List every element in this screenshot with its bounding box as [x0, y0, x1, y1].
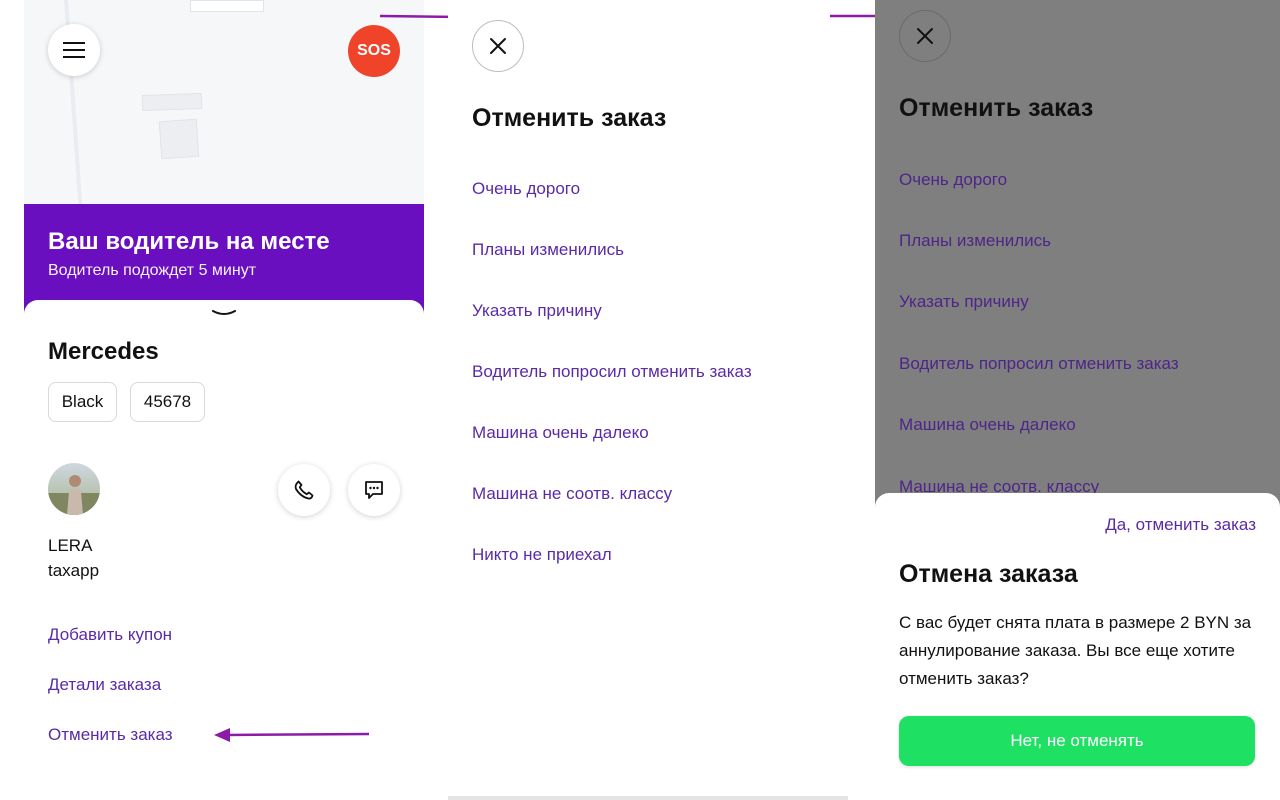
page-title: Отменить заказ	[472, 104, 667, 132]
car-plate-badge: 45678	[130, 382, 205, 422]
cancel-confirm-screen: Отменить заказ Очень дорого Планы измени…	[875, 0, 1280, 800]
cancel-order-link[interactable]: Отменить заказ	[48, 725, 173, 745]
car-color-badge: Black	[48, 382, 117, 422]
arrow-left-icon	[214, 728, 370, 742]
reason-driver-asked[interactable]: Водитель попросил отменить заказ	[472, 362, 752, 382]
driver-photo	[48, 475, 100, 515]
dialog-message: С вас будет снята плата в размере 2 BYN …	[899, 613, 1252, 688]
map-building	[158, 118, 200, 160]
reason-no-show[interactable]: Никто не приехал	[472, 545, 612, 565]
reason-specify: Указать причину	[899, 292, 1029, 311]
order-screen: SOS Ваш водитель на месте Водитель подож…	[24, 0, 424, 800]
reason-plans-changed: Планы изменились	[899, 231, 1052, 250]
reason-car-far: Машина очень далеко	[899, 415, 1076, 434]
driver-app: taxapp	[48, 561, 100, 580]
close-icon	[490, 38, 506, 54]
keep-order-button[interactable]: Нет, не отменять	[899, 716, 1255, 766]
reason-driver-asked: Водитель попросил отменить заказ	[899, 354, 1179, 373]
menu-icon	[63, 42, 85, 58]
close-button[interactable]	[899, 10, 951, 62]
driver-name: LERA	[48, 536, 93, 555]
phone-icon	[294, 480, 314, 500]
driver-status-banner: Ваш водитель на месте Водитель подождет …	[24, 204, 424, 314]
reason-specify[interactable]: Указать причину	[472, 301, 602, 321]
confirm-cancel-button[interactable]: Да, отменить заказ	[1105, 515, 1256, 535]
close-icon	[917, 28, 933, 44]
chevron-down-icon[interactable]	[212, 308, 236, 318]
dialog-title: Отмена заказа	[899, 560, 1078, 588]
avatar	[48, 463, 100, 515]
map-building	[190, 0, 264, 12]
car-name: Mercedes	[48, 338, 159, 365]
banner-subtitle: Водитель подождет 5 минут	[48, 262, 257, 279]
reason-car-far[interactable]: Машина очень далеко	[472, 423, 649, 443]
add-coupon-link[interactable]: Добавить купон	[48, 625, 172, 645]
close-button[interactable]	[472, 20, 524, 72]
cancel-reasons-screen: Отменить заказ Очень дорого Планы измени…	[448, 0, 848, 800]
banner-title: Ваш водитель на месте	[48, 228, 330, 255]
chat-driver-button[interactable]	[348, 464, 400, 516]
map-building	[141, 92, 203, 112]
call-driver-button[interactable]	[278, 464, 330, 516]
menu-button[interactable]	[48, 24, 100, 76]
page-title: Отменить заказ	[899, 94, 1094, 122]
reason-too-expensive: Очень дорого	[899, 170, 1008, 189]
sos-button[interactable]: SOS	[348, 25, 400, 77]
divider	[448, 796, 848, 800]
cancel-dialog: Да, отменить заказ Отмена заказа С вас б…	[875, 493, 1280, 800]
chat-icon	[365, 481, 383, 499]
reason-plans-changed[interactable]: Планы изменились	[472, 240, 624, 260]
reason-too-expensive[interactable]: Очень дорого	[472, 179, 580, 199]
order-sheet: Mercedes Black 45678 LERA taxapp Добавит…	[24, 300, 424, 800]
order-details-link[interactable]: Детали заказа	[48, 675, 161, 695]
reason-wrong-class[interactable]: Машина не соотв. классу	[472, 484, 672, 504]
